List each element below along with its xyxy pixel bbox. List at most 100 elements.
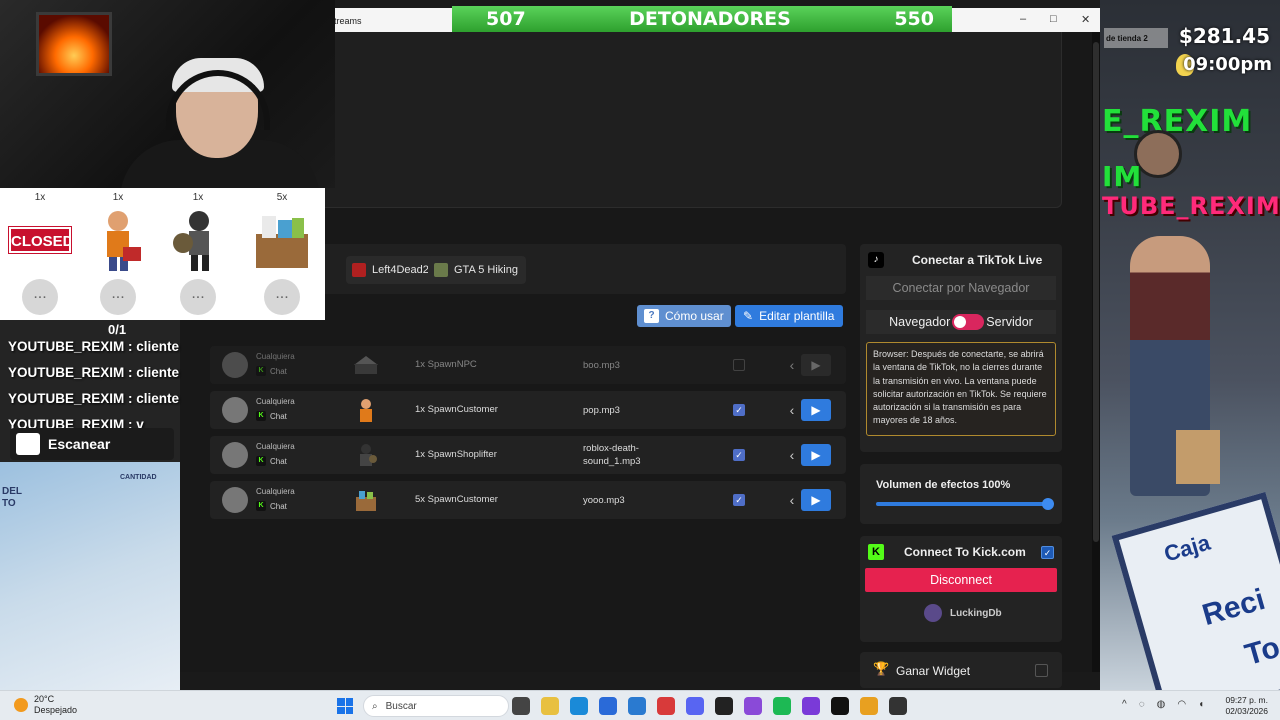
scene-text: CANTIDAD: [120, 474, 157, 481]
wifi-icon[interactable]: ◠: [1177, 699, 1186, 710]
game-streamer-name: E_REXIM: [1102, 104, 1253, 139]
chevron-up-icon[interactable]: ^: [1122, 699, 1127, 710]
register-text: Caja: [1161, 529, 1213, 567]
row-action: 1x SpawnNPC: [415, 359, 477, 370]
chevron-left-icon[interactable]: ‹: [783, 446, 801, 464]
twitch-icon[interactable]: [744, 697, 762, 715]
tiktok-title: Conectar a TikTok Live: [912, 253, 1043, 267]
close-button[interactable]: ✕: [1081, 13, 1090, 26]
scan-button: Escanear: [10, 428, 174, 460]
tiktok-header: ♪ Conectar a TikTok Live: [868, 252, 1054, 268]
row-sound: pop.mp3: [583, 405, 620, 416]
edit-template-button[interactable]: ✎ Editar plantilla: [735, 305, 843, 327]
grocery-box-icon: [249, 207, 315, 273]
row-enable-checkbox[interactable]: ✓: [733, 404, 745, 416]
connection-mode-toggle[interactable]: [952, 314, 985, 330]
scrollbar[interactable]: [1092, 32, 1100, 672]
action-row[interactable]: Cualquiera K Chat 5x SpawnCustomer yooo.m…: [210, 481, 846, 519]
outlook-icon[interactable]: [628, 697, 646, 715]
mic-icon[interactable]: ◍: [1157, 699, 1166, 710]
terminal-icon[interactable]: [831, 697, 849, 715]
edge-icon[interactable]: [570, 697, 588, 715]
row-sound: roblox-death-sound_1.mp3: [583, 442, 641, 468]
game-background: de tienda 2 $281.45 09:00pm E_REXIM IM T…: [1100, 0, 1280, 690]
question-icon: ?: [644, 309, 659, 323]
kick-enable-checkbox[interactable]: ✓: [1041, 546, 1054, 559]
action-row[interactable]: Cualquiera K Chat 1x SpawnCustomer pop.mp…: [210, 391, 846, 429]
row-sound-line-2: sound_1.mp3: [583, 456, 641, 467]
maximize-button[interactable]: □: [1050, 13, 1057, 25]
network-icon[interactable]: ◌: [1139, 699, 1145, 710]
play-button[interactable]: ▶: [801, 489, 831, 511]
game-money: $281.45: [1178, 24, 1270, 48]
sun-icon: [14, 698, 28, 712]
windows-start-icon[interactable]: [337, 698, 353, 714]
app-icon-2[interactable]: [802, 697, 820, 715]
action-row[interactable]: Cualquiera K Chat 1x SpawnShoplifter robl…: [210, 436, 846, 474]
scrollbar-thumb[interactable]: [1093, 42, 1099, 542]
volume-slider[interactable]: [876, 498, 1054, 510]
row-enable-checkbox[interactable]: ✓: [733, 449, 745, 461]
gift-items-overlay: 1x CLOSED ... 1x ... 1x ... 5x ...: [0, 188, 325, 320]
avatar: [924, 604, 942, 622]
weather-widget[interactable]: 20°C Despejado: [14, 694, 77, 716]
system-tray: ^ ◌ ◍ ◠ ◖: [1122, 699, 1204, 710]
customer-icon: [353, 398, 379, 422]
chrome-icon[interactable]: [657, 697, 675, 715]
app-icon-4[interactable]: [889, 697, 907, 715]
kick-connect-panel: K Connect To Kick.com ✓ Disconnect Lucki…: [860, 536, 1062, 642]
action-row[interactable]: Cualquiera K Chat 1x SpawnNPC boo.mp3 ‹ ▶: [210, 346, 846, 384]
user-avatar: [222, 397, 248, 423]
chevron-left-icon[interactable]: ‹: [783, 491, 801, 509]
item-count: 1x: [34, 192, 46, 203]
disconnect-button[interactable]: Disconnect: [865, 568, 1057, 592]
kick-title: Connect To Kick.com: [904, 545, 1026, 559]
taskbar-clock[interactable]: 09:27 p. m. 02/03/2026: [1224, 695, 1268, 717]
file-explorer-icon[interactable]: [541, 697, 559, 715]
tab-left4dead2[interactable]: Left4Dead2: [346, 256, 437, 284]
row-enable-checkbox[interactable]: ✓: [733, 494, 745, 506]
chat-bubble-icon: ...: [22, 279, 58, 315]
play-button[interactable]: ▶: [801, 354, 831, 376]
play-button[interactable]: ▶: [801, 399, 831, 421]
discord-icon[interactable]: [686, 697, 704, 715]
trophy-icon: 🏆: [873, 661, 890, 676]
chat-bubble-icon: ...: [100, 279, 136, 315]
spotify-icon[interactable]: [773, 697, 791, 715]
row-source: K Chat: [256, 456, 287, 466]
taskbar-search[interactable]: ⌕ Buscar: [363, 695, 509, 717]
row-source-label: Chat: [270, 456, 287, 466]
tiktok-connect-panel: ♪ Conectar a TikTok Live Conectar por Na…: [860, 244, 1062, 452]
app-icon[interactable]: [715, 697, 733, 715]
item-count: 1x: [112, 192, 124, 203]
search-icon: ⌕: [372, 700, 378, 712]
row-enable-checkbox[interactable]: [733, 359, 745, 371]
row-action: 1x SpawnShoplifter: [415, 449, 497, 460]
tab-gta5-hiking[interactable]: GTA 5 Hiking: [428, 256, 526, 284]
minimize-button[interactable]: –: [1020, 13, 1026, 25]
chevron-left-icon[interactable]: ‹: [783, 401, 801, 419]
item-count: 1x: [192, 192, 204, 203]
win-widget-label: Ganar Widget: [896, 664, 971, 678]
kick-icon: K: [256, 366, 266, 376]
slider-knob[interactable]: [1042, 498, 1054, 510]
connection-mode-toggle-row: Navegador Servidor: [866, 310, 1056, 334]
chevron-left-icon[interactable]: ‹: [783, 356, 801, 374]
app-icon-3[interactable]: [860, 697, 878, 715]
row-action: 5x SpawnCustomer: [415, 494, 498, 505]
pencil-icon: ✎: [743, 309, 754, 323]
task-view-icon[interactable]: [512, 697, 530, 715]
how-to-use-button[interactable]: ? Cómo usar: [637, 305, 731, 327]
customer-icon: [85, 207, 151, 273]
store-icon[interactable]: [599, 697, 617, 715]
connect-browser-button[interactable]: Conectar por Navegador: [866, 276, 1056, 300]
chat-bubble-icon: ...: [264, 279, 300, 315]
toggle-knob: [954, 316, 967, 328]
volume-icon[interactable]: ◖: [1198, 699, 1204, 710]
play-button[interactable]: ▶: [801, 444, 831, 466]
row-sound-line-1: roblox-death-: [583, 443, 639, 454]
gift-item: 1x ...: [78, 188, 158, 320]
browser-note: Browser: Después de conectarte, se abrir…: [866, 342, 1056, 436]
row-user: Cualquiera: [256, 442, 295, 451]
win-widget-checkbox[interactable]: [1035, 664, 1048, 677]
